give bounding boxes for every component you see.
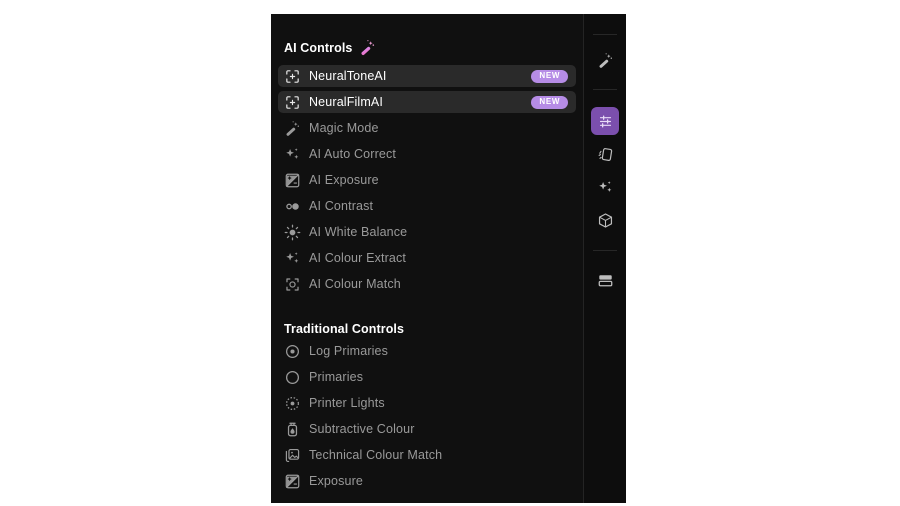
exposure-icon: [284, 172, 301, 189]
control-row-ai-colour-match[interactable]: AI Colour Match: [278, 273, 576, 295]
layout-panel-icon: [597, 272, 614, 289]
control-row-technical-colour-match[interactable]: Technical Colour Match: [278, 444, 576, 466]
magic-wand-icon: [359, 39, 376, 56]
ai-controls-title: AI Controls: [284, 40, 353, 55]
sliders-icon: [597, 113, 614, 130]
exposure-icon: [284, 473, 301, 490]
control-row-label: Magic Mode: [309, 121, 379, 135]
control-row-primaries[interactable]: Primaries: [278, 366, 576, 388]
image-stack-icon: [284, 447, 301, 464]
control-row-label: AI White Balance: [309, 225, 408, 239]
rail-magic-wand[interactable]: [591, 46, 619, 74]
magic-wand-icon: [597, 52, 614, 69]
control-row-label: Exposure: [309, 474, 364, 488]
control-row-label: AI Colour Match: [309, 277, 401, 291]
control-row-label: Subtractive Colour: [309, 422, 415, 436]
control-row-label: NeuralFilmAI: [309, 95, 384, 109]
control-row-label: AI Contrast: [309, 199, 374, 213]
colour-match-icon: [284, 276, 301, 293]
rail-separator-top: [593, 34, 618, 35]
add-frame-icon: [284, 68, 301, 85]
control-row-ai-white-balance[interactable]: AI White Balance: [278, 221, 576, 243]
control-row-log-primaries[interactable]: Log Primaries: [278, 340, 576, 362]
control-row-subtractive-colour[interactable]: Subtractive Colour: [278, 418, 576, 440]
control-row-ai-exposure[interactable]: AI Exposure: [278, 169, 576, 191]
film-card-icon: [597, 146, 614, 163]
target-dot-icon: [284, 343, 301, 360]
rail-film-card[interactable]: [591, 140, 619, 168]
control-row-label: Primaries: [309, 370, 364, 384]
control-row-printer-lights[interactable]: Printer Lights: [278, 392, 576, 414]
control-row-label: AI Colour Extract: [309, 251, 407, 265]
magic-wand-icon: [284, 120, 301, 137]
control-row-ai-colour-extract[interactable]: AI Colour Extract: [278, 247, 576, 269]
control-row-label: AI Exposure: [309, 173, 379, 187]
control-row-ai-contrast[interactable]: AI Contrast: [278, 195, 576, 217]
contrast-dots-icon: [284, 198, 301, 215]
control-row-label: Printer Lights: [309, 396, 385, 410]
rail-cube[interactable]: [591, 206, 619, 234]
control-row-label: Technical Colour Match: [309, 448, 443, 462]
control-row-label: Log Primaries: [309, 344, 389, 358]
sparkles-icon: [597, 179, 614, 196]
new-badge: NEW: [531, 69, 569, 83]
sparkles-icon: [284, 250, 301, 267]
control-row-label: NeuralToneAI: [309, 69, 387, 83]
new-badge: NEW: [531, 95, 569, 109]
control-row-neuraltoneai[interactable]: NeuralToneAI NEW: [278, 65, 577, 87]
control-row-magic-mode[interactable]: Magic Mode: [278, 117, 576, 139]
control-row-label: AI Auto Correct: [309, 147, 397, 161]
rail-layout[interactable]: [591, 266, 619, 294]
rail-sliders[interactable]: [591, 107, 620, 135]
ai-controls-list: NeuralToneAI NEW NeuralFilmAI NEW Magic Mode…: [278, 65, 577, 295]
ai-controls-header: AI Controls: [278, 39, 576, 56]
control-row-ai-auto-correct[interactable]: AI Auto Correct: [278, 143, 576, 165]
traditional-controls-title: Traditional Controls: [284, 322, 405, 336]
sparkles-icon: [284, 146, 301, 163]
cube-icon: [597, 212, 614, 229]
control-row-exposure[interactable]: Exposure: [278, 470, 576, 492]
circle-icon: [284, 369, 301, 386]
ink-bottle-icon: [284, 421, 301, 438]
ai-controls-panel: AI Controls NeuralToneAI NEW NeuralFilmA…: [271, 14, 626, 503]
rail-separator-middle: [593, 89, 618, 90]
traditional-controls-list: Log Primaries Primaries Printer Lights Subt…: [278, 340, 576, 492]
traditional-controls-header: Traditional Controls: [278, 322, 576, 336]
dashed-circle-dot-icon: [284, 395, 301, 412]
rail-separator-bottom: [593, 250, 618, 251]
rail-sparkles[interactable]: [591, 173, 619, 201]
control-row-neuralfilmai[interactable]: NeuralFilmAI NEW: [278, 91, 577, 113]
sun-icon: [284, 224, 301, 241]
tool-rail: [583, 14, 626, 503]
screen: AI Controls NeuralToneAI NEW NeuralFilmA…: [0, 0, 900, 506]
controls-list-column: AI Controls NeuralToneAI NEW NeuralFilmA…: [271, 14, 584, 503]
add-frame-icon: [284, 94, 301, 111]
